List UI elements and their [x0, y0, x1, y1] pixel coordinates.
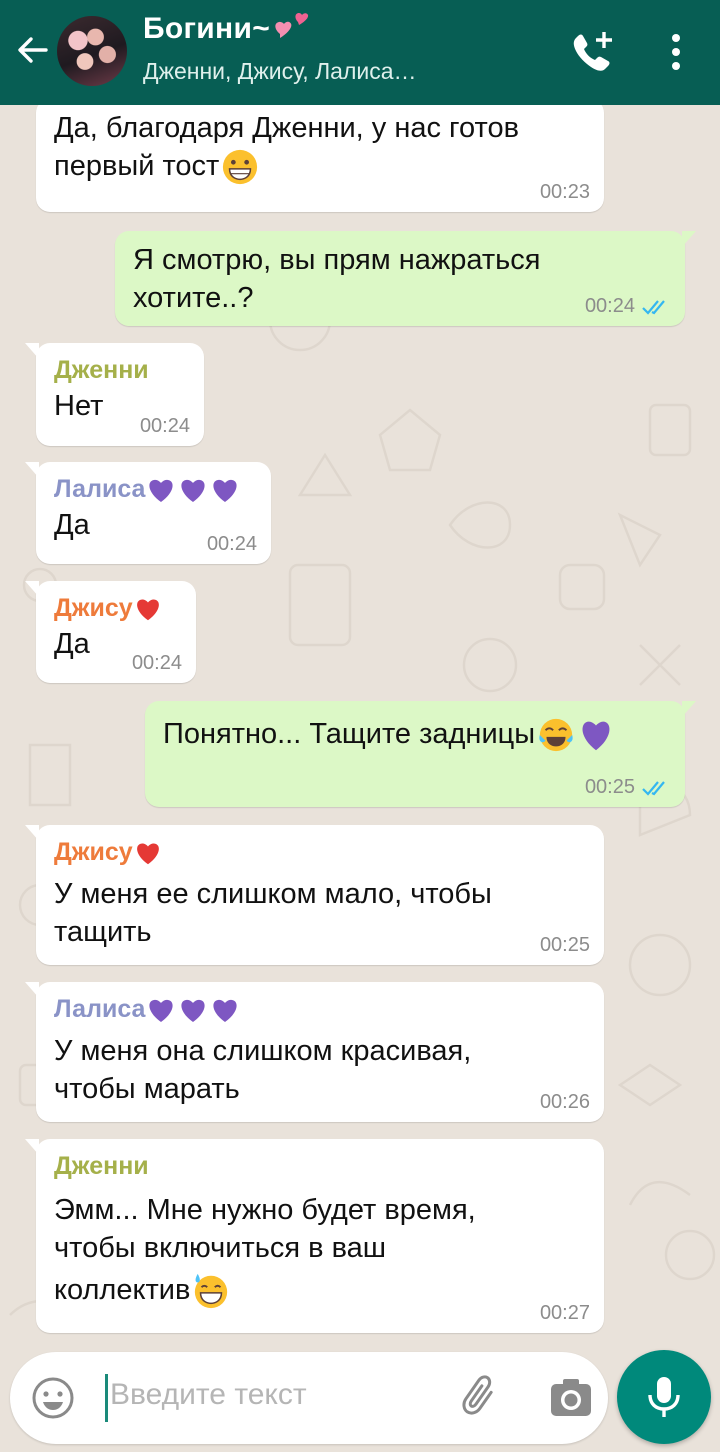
mic-icon: [648, 1377, 680, 1417]
group-avatar[interactable]: [57, 16, 127, 86]
sender-name: Лалиса: [54, 992, 586, 1026]
message-text: Эмм... Мне нужно будет время,: [54, 1194, 476, 1226]
compose-bar[interactable]: Введите текст: [10, 1352, 608, 1444]
message-bubble[interactable]: Дженни Нет 00:24: [25, 343, 204, 446]
message-bubble[interactable]: Да, благодаря Дженни, у нас готов первый…: [36, 105, 604, 212]
message-text: У меня она слишком красивая,: [54, 1035, 472, 1067]
message-time: 00:24: [139, 415, 190, 437]
mic-button[interactable]: [617, 1350, 711, 1444]
add-call-icon[interactable]: [570, 30, 616, 74]
message-text: У меня ее слишком мало, чтобы: [54, 878, 492, 910]
message-text: Понятно... Тащите задницы: [163, 711, 667, 754]
sender-name: Дженни: [54, 1152, 149, 1180]
message-text: чтобы включиться в ваш: [54, 1232, 387, 1264]
purple-hearts-icon: [149, 1000, 238, 1023]
red-heart-icon: [136, 843, 159, 865]
message-input[interactable]: Введите текст: [110, 1378, 307, 1412]
tears-of-joy-icon: [539, 719, 573, 752]
message-text: тащить: [54, 916, 152, 948]
message-bubble[interactable]: Лалиса Да 00:24: [25, 462, 271, 564]
sender-name: Дженни: [54, 356, 149, 384]
two-hearts-icon: [275, 13, 309, 38]
message-bubble-outgoing[interactable]: Я смотрю, вы прям нажраться хотите..? 00…: [115, 231, 696, 326]
message-time: 00:24: [206, 533, 257, 555]
message-bubble[interactable]: Джису У меня ее слишком мало, чтобы тащи…: [25, 825, 604, 965]
message-time: 00:27: [539, 1302, 590, 1324]
message-text: первый тост: [54, 147, 586, 186]
sender-name: Лалиса: [54, 472, 253, 506]
emoji-icon[interactable]: [30, 1375, 76, 1421]
message-text: коллектив: [54, 1271, 586, 1310]
message-time: 00:25: [539, 934, 590, 956]
grinning-face-icon: [223, 150, 258, 185]
chat-title[interactable]: Богини~: [143, 12, 312, 46]
message-bubble[interactable]: Дженни Эмм... Мне нужно будет время, что…: [25, 1139, 604, 1333]
chat-subtitle-members: Дженни, Джису, Лалиса…: [143, 58, 417, 84]
sender-name: Джису: [54, 591, 178, 625]
red-heart-icon: [136, 599, 159, 621]
message-time: 00:24: [131, 652, 182, 674]
message-bubble[interactable]: Лалиса У меня она слишком красивая, чтоб…: [25, 982, 604, 1122]
message-bubble[interactable]: Джису Да 00:24: [25, 581, 196, 683]
read-ticks-icon: [642, 781, 665, 796]
grinning-sweat-icon: [195, 1274, 228, 1309]
chat-header: Богини~ Дженни, Джису, Лалиса…: [0, 0, 720, 105]
purple-hearts-icon: [149, 480, 238, 503]
message-list[interactable]: Да, благодаря Дженни, у нас готов первый…: [0, 105, 720, 1350]
message-time: 00:25: [585, 776, 671, 799]
read-ticks-icon: [642, 300, 665, 315]
sender-name: Джису: [54, 835, 586, 869]
paperclip-icon[interactable]: [458, 1374, 506, 1422]
text-cursor: [105, 1374, 108, 1422]
purple-heart-icon: [582, 721, 610, 751]
message-text: чтобы марать: [54, 1073, 240, 1105]
message-text: Да, благодаря Дженни, у нас готов: [54, 112, 519, 144]
message-time: 00:24: [585, 295, 671, 318]
message-bubble-outgoing[interactable]: Понятно... Тащите задницы 00:25: [145, 701, 696, 807]
message-time: 00:26: [539, 1091, 590, 1113]
message-text: Я смотрю, вы прям нажраться: [133, 244, 541, 276]
camera-icon[interactable]: [548, 1376, 594, 1420]
arrow-left-icon[interactable]: [12, 30, 52, 70]
message-time: 00:23: [539, 181, 590, 203]
more-vert-icon[interactable]: [662, 30, 690, 74]
